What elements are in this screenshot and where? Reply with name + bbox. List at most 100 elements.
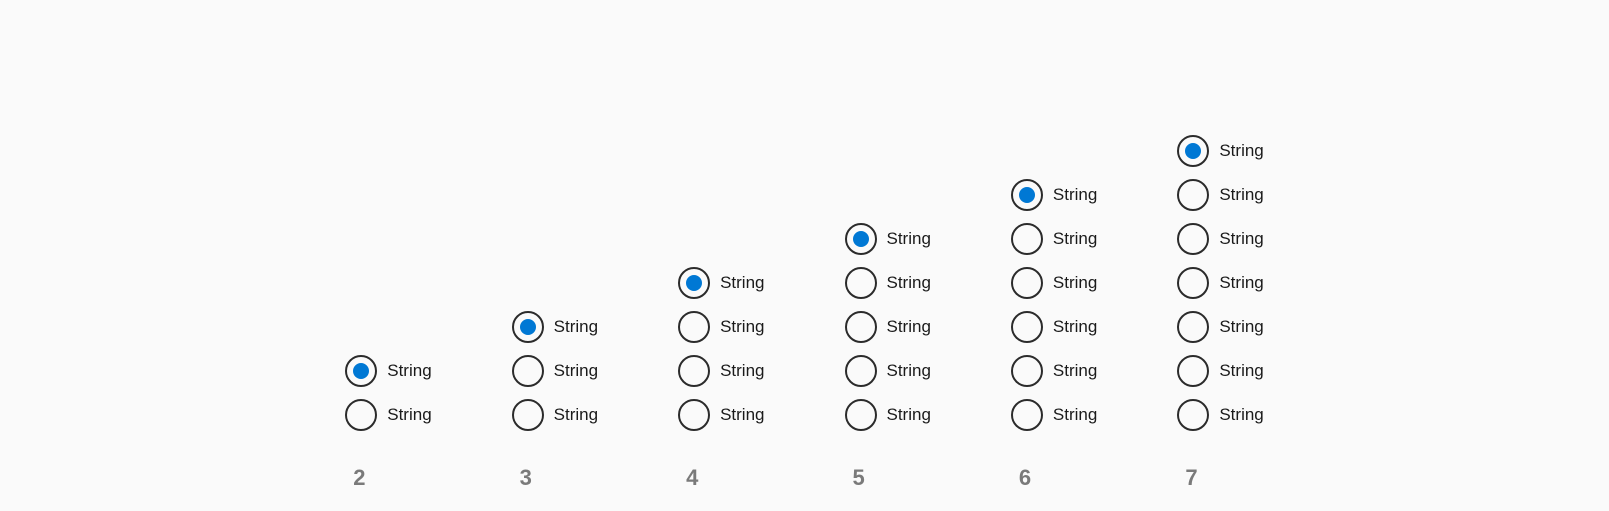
radio-option[interactable]: String [845,355,931,387]
radio-group: String String String [512,311,598,431]
radio-option[interactable]: String [1177,179,1263,211]
radio-button-selected-icon [678,267,710,299]
radio-group: String String String String String String [1011,179,1097,431]
radio-option-label: String [387,361,431,381]
radio-option[interactable]: String [1177,267,1263,299]
column-count-label: 6 [1019,465,1031,491]
radio-option[interactable]: String [1177,311,1263,343]
radio-button-icon [845,311,877,343]
radio-button-selected-icon [1011,179,1043,211]
radio-button-icon [1177,355,1209,387]
radio-option-label: String [720,317,764,337]
radio-group: String String String String String [845,223,931,431]
radio-option[interactable]: String [678,399,764,431]
column-count-label: 3 [520,465,532,491]
column-count-label: 7 [1185,465,1197,491]
radio-option-label: String [887,317,931,337]
radio-button-selected-icon [1177,135,1209,167]
radio-option-label: String [720,361,764,381]
radio-option-label: String [1053,317,1097,337]
radio-option[interactable]: String [1011,267,1097,299]
radio-button-icon [1177,179,1209,211]
radio-button-selected-icon [845,223,877,255]
radio-option-label: String [720,405,764,425]
radio-option[interactable]: String [1177,355,1263,387]
radio-option[interactable]: String [845,223,931,255]
radio-button-icon [345,399,377,431]
radio-option[interactable]: String [1011,311,1097,343]
radio-option[interactable]: String [512,355,598,387]
radio-option-label: String [1219,405,1263,425]
radio-option-label: String [1053,229,1097,249]
radio-option[interactable]: String [1011,223,1097,255]
radio-option-label: String [887,229,931,249]
radio-button-icon [1177,311,1209,343]
radio-option-label: String [887,405,931,425]
radio-button-icon [1011,267,1043,299]
radio-option[interactable]: String [845,267,931,299]
radio-option[interactable]: String [1177,135,1263,167]
radio-button-selected-icon [345,355,377,387]
radio-option-label: String [1219,317,1263,337]
radio-option[interactable]: String [1177,223,1263,255]
radio-group-column-5: StringStringStringStringString5 [845,223,931,431]
radio-option-label: String [1219,185,1263,205]
radio-button-icon [845,267,877,299]
radio-button-icon [1011,399,1043,431]
radio-group-column-6: StringStringStringStringStringString6 [1011,179,1097,431]
radio-option-label: String [1219,361,1263,381]
radio-option[interactable]: String [345,355,431,387]
radio-option[interactable]: String [678,355,764,387]
radio-button-icon [845,399,877,431]
radio-button-icon [1177,267,1209,299]
radio-option-label: String [1053,273,1097,293]
column-count-label: 2 [353,465,365,491]
radio-option[interactable]: String [1011,355,1097,387]
radio-option[interactable]: String [1011,399,1097,431]
radio-group: String String [345,355,431,431]
radio-option[interactable]: String [845,399,931,431]
radio-button-icon [678,311,710,343]
radio-option[interactable]: String [345,399,431,431]
radio-option[interactable]: String [1011,179,1097,211]
radio-option-label: String [1053,405,1097,425]
radio-option-label: String [1219,229,1263,249]
radio-option[interactable]: String [1177,399,1263,431]
radio-group: String String String String String String Stri… [1177,135,1263,431]
radio-option-label: String [1053,361,1097,381]
radio-button-icon [1011,311,1043,343]
radio-button-icon [512,399,544,431]
radio-option-label: String [554,361,598,381]
radio-option-label: String [887,273,931,293]
radio-group-column-7: String String String String String String Stri… [1177,135,1263,431]
radio-option-label: String [887,361,931,381]
radio-option-label: String [1219,141,1263,161]
radio-button-icon [1011,223,1043,255]
radio-group-column-3: StringStringString3 [512,311,598,431]
radio-option[interactable]: String [845,311,931,343]
column-count-label: 4 [686,465,698,491]
radio-option[interactable]: String [678,267,764,299]
radio-option-label: String [1219,273,1263,293]
radio-button-icon [1011,355,1043,387]
radio-button-selected-icon [512,311,544,343]
radio-button-icon [1177,399,1209,431]
radio-button-icon [845,355,877,387]
radio-button-icon [1177,223,1209,255]
radio-option[interactable]: String [678,311,764,343]
radio-groups-container: StringString2StringStringString3StringSt… [345,135,1264,431]
radio-group-column-4: StringStringStringString4 [678,267,764,431]
radio-option-label: String [554,405,598,425]
radio-group-column-2: StringString2 [345,355,431,431]
radio-option[interactable]: String [512,311,598,343]
radio-button-icon [678,399,710,431]
radio-option-label: String [554,317,598,337]
radio-group: String String String String [678,267,764,431]
radio-option-label: String [387,405,431,425]
radio-button-icon [512,355,544,387]
radio-button-icon [678,355,710,387]
radio-option[interactable]: String [512,399,598,431]
radio-option-label: String [1053,185,1097,205]
column-count-label: 5 [853,465,865,491]
radio-option-label: String [720,273,764,293]
